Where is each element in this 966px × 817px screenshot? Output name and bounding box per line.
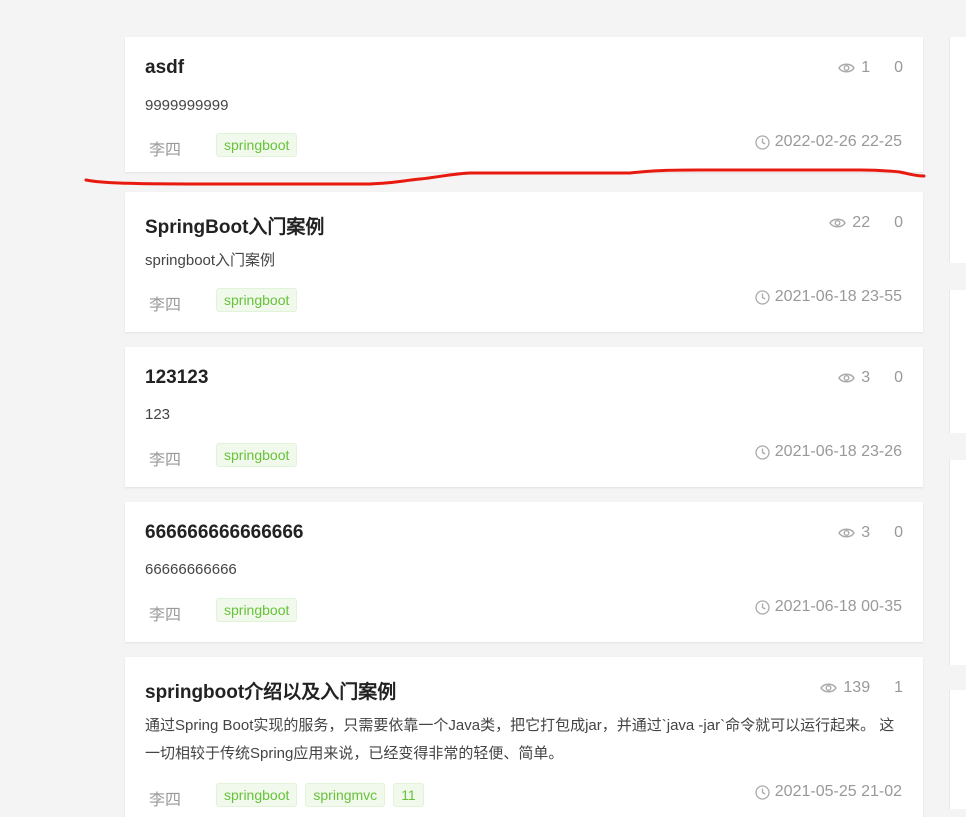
- post-date: 2021-05-25 21-02: [755, 783, 902, 801]
- post-author: 李四: [149, 452, 182, 469]
- post-date-text: 2021-06-18 00-35: [774, 598, 902, 615]
- post-stats: 139 1: [820, 679, 903, 697]
- view-count: 3: [861, 524, 871, 541]
- post-date-text: 2021-06-18 23-26: [774, 443, 902, 460]
- eye-icon: [838, 527, 856, 539]
- post-tags: springboot: [216, 598, 298, 622]
- tag[interactable]: springboot: [216, 133, 298, 157]
- post-title[interactable]: asdf: [145, 57, 184, 79]
- post-stats: 22 0: [829, 214, 903, 232]
- tag[interactable]: springboot: [216, 288, 298, 312]
- post-summary: 9999999999: [145, 97, 229, 114]
- post-date-text: 2022-02-26 22-25: [774, 133, 902, 150]
- post-stats: 1 0: [838, 59, 903, 77]
- post-card[interactable]: asdf 1 0 9999999999 李四 springboot 2022-0…: [125, 37, 923, 172]
- comment-count: 0: [894, 524, 903, 541]
- clock-icon: [755, 444, 770, 460]
- tag[interactable]: springboot: [216, 598, 298, 622]
- tag[interactable]: springmvc: [305, 783, 386, 807]
- eye-icon: [820, 682, 838, 694]
- post-stats: 3 0: [838, 369, 903, 387]
- post-tags: springboot: [216, 288, 298, 312]
- side-panel-block: [949, 690, 966, 809]
- eye-icon: [838, 372, 856, 384]
- post-summary: 66666666666: [145, 561, 237, 578]
- eye-icon: [829, 217, 847, 229]
- post-summary: 123: [145, 406, 171, 423]
- post-title[interactable]: 123123: [145, 367, 208, 389]
- post-date-text: 2021-06-18 23-55: [774, 288, 902, 305]
- clock-icon: [755, 289, 770, 305]
- tag[interactable]: springboot: [216, 783, 298, 807]
- side-panel-block: [949, 460, 966, 665]
- post-card[interactable]: SpringBoot入门案例 22 0 springboot入门案例 李四 sp…: [125, 192, 923, 332]
- side-panel-top: [949, 37, 966, 263]
- post-date: 2022-02-26 22-25: [755, 133, 902, 151]
- post-author: 李四: [149, 607, 182, 624]
- post-card[interactable]: springboot介绍以及入门案例 139 1 通过Spring Boot实现…: [125, 657, 923, 817]
- comment-count: 0: [894, 214, 903, 231]
- post-date: 2021-06-18 23-55: [755, 288, 902, 306]
- post-title[interactable]: 666666666666666: [145, 522, 304, 544]
- tag[interactable]: springboot: [216, 443, 298, 467]
- clock-icon: [755, 784, 770, 800]
- post-author: 李四: [149, 142, 182, 159]
- tag[interactable]: 11: [393, 783, 424, 807]
- post-card[interactable]: 123123 3 0 123 李四 springboot 2021-06-18 …: [125, 347, 923, 487]
- post-summary: 通过Spring Boot实现的服务，只需要依靠一个Java类，把它打包成jar…: [145, 717, 895, 762]
- clock-icon: [755, 599, 770, 615]
- view-count: 22: [852, 214, 871, 231]
- post-title[interactable]: springboot介绍以及入门案例: [145, 677, 396, 704]
- view-count: 3: [861, 369, 871, 386]
- post-summary: springboot入门案例: [145, 252, 276, 269]
- post-date-text: 2021-05-25 21-02: [774, 783, 902, 800]
- comment-count: 0: [894, 369, 903, 386]
- comment-count: 1: [894, 679, 903, 696]
- post-tags: springboot springmvc 11: [216, 783, 424, 807]
- post-date: 2021-06-18 00-35: [755, 598, 902, 616]
- post-stats: 3 0: [838, 524, 903, 542]
- post-author: 李四: [149, 792, 182, 809]
- clock-icon: [755, 134, 770, 150]
- post-author: 李四: [149, 297, 182, 314]
- post-date: 2021-06-18 23-26: [755, 443, 902, 461]
- post-tags: springboot: [216, 133, 298, 157]
- view-count: 1: [861, 59, 871, 76]
- eye-icon: [838, 62, 856, 74]
- post-title[interactable]: SpringBoot入门案例: [145, 212, 324, 239]
- side-panel-block: [949, 290, 966, 433]
- comment-count: 0: [894, 59, 903, 76]
- post-tags: springboot: [216, 443, 298, 467]
- post-card[interactable]: 666666666666666 3 0 66666666666 李四 sprin…: [125, 502, 923, 642]
- view-count: 139: [843, 679, 871, 696]
